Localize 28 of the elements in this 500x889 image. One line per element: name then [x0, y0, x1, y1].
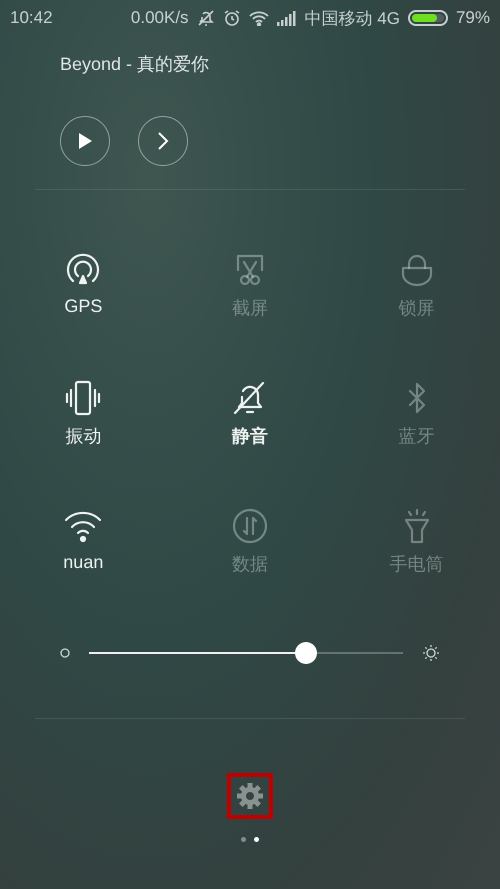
- toggle-tile[interactable]: 振动: [28, 378, 138, 448]
- toggle-tile[interactable]: 蓝牙: [362, 378, 472, 448]
- toggle-tile[interactable]: 截屏: [194, 250, 305, 320]
- toggle-tile[interactable]: 静音: [194, 378, 305, 448]
- sun-icon: [422, 644, 440, 662]
- toggle-tile[interactable]: GPS: [28, 250, 138, 320]
- toggle-tile[interactable]: 手电筒: [362, 506, 472, 576]
- alarm-clock-icon: [222, 9, 241, 27]
- signal-icon: [276, 10, 297, 26]
- carrier-label: 中国移动 4G: [304, 8, 400, 30]
- slider-thumb[interactable]: [294, 642, 317, 664]
- muted-bell-icon: [196, 9, 215, 27]
- dim-icon: [60, 648, 70, 658]
- settings-icon: [236, 782, 264, 810]
- chevron-right-icon: [157, 131, 169, 151]
- battery-percent: 79%: [456, 8, 490, 28]
- wifi-icon: [248, 10, 269, 26]
- network-speed: 0.00K/s: [130, 8, 189, 28]
- play-button[interactable]: [60, 116, 110, 166]
- toggle-tile[interactable]: nuan: [28, 506, 138, 576]
- play-icon: [77, 132, 93, 150]
- song-title: Beyond - 真的爱你: [60, 54, 210, 74]
- battery-icon: [408, 10, 448, 26]
- next-button[interactable]: [138, 116, 188, 166]
- settings-button[interactable]: [227, 773, 273, 819]
- toggle-tile[interactable]: 数据: [194, 506, 305, 576]
- toggle-tile[interactable]: 锁屏: [362, 250, 472, 320]
- clock-time: 10:42: [10, 8, 53, 28]
